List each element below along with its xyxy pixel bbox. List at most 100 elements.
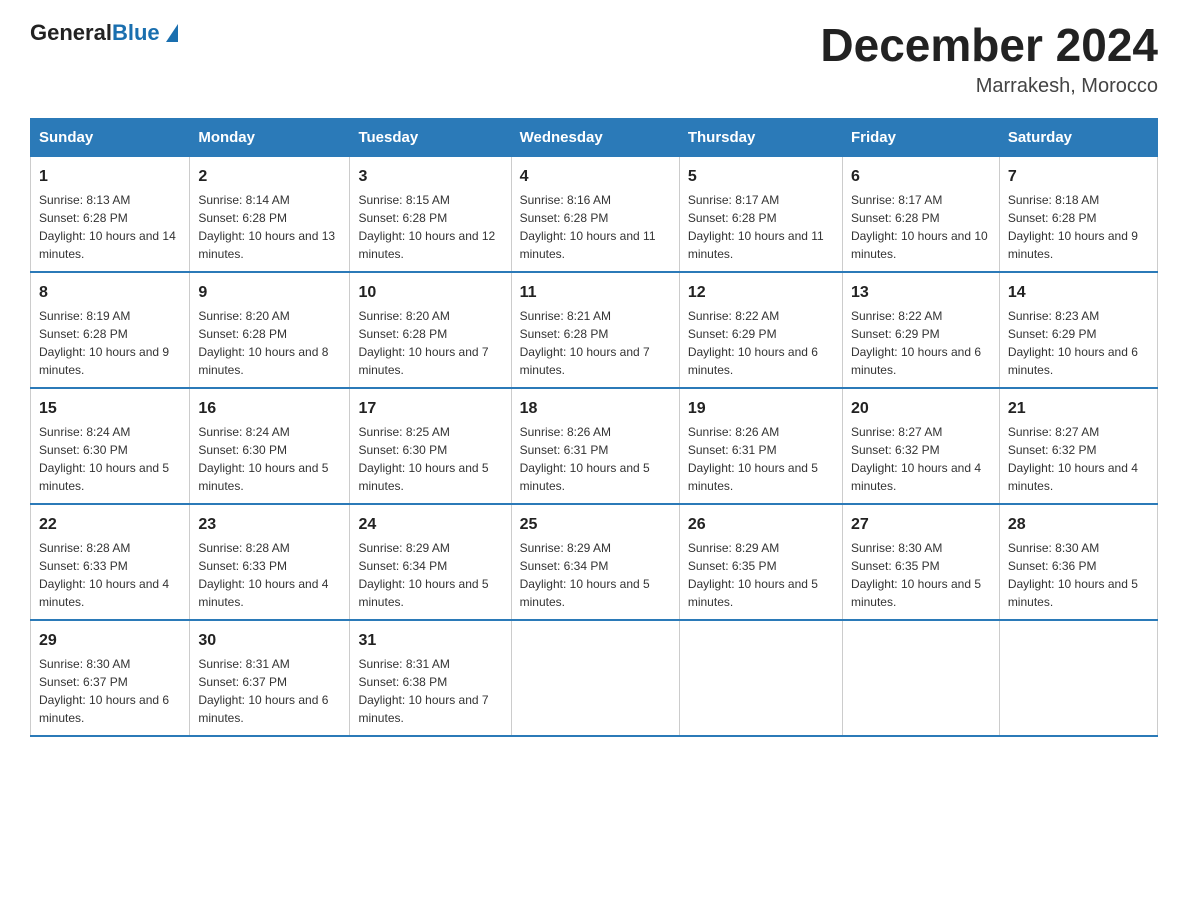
day-number: 12 [688,281,834,305]
calendar-table: SundayMondayTuesdayWednesdayThursdayFrid… [30,118,1158,737]
day-info: Sunrise: 8:15 AMSunset: 6:28 PMDaylight:… [358,191,502,263]
day-number: 22 [39,513,181,537]
day-info: Sunrise: 8:14 AMSunset: 6:28 PMDaylight:… [198,191,341,263]
day-info: Sunrise: 8:22 AMSunset: 6:29 PMDaylight:… [688,307,834,379]
day-number: 2 [198,165,341,189]
day-cell: 2Sunrise: 8:14 AMSunset: 6:28 PMDaylight… [190,156,350,272]
calendar-body: 1Sunrise: 8:13 AMSunset: 6:28 PMDaylight… [31,156,1158,736]
day-number: 4 [520,165,671,189]
title-block: December 2024 Marrakesh, Morocco [820,20,1158,98]
logo-text: GeneralBlue [30,20,160,46]
day-number: 11 [520,281,671,305]
day-cell: 9Sunrise: 8:20 AMSunset: 6:28 PMDaylight… [190,272,350,388]
logo-icon [166,24,178,42]
day-number: 9 [198,281,341,305]
day-info: Sunrise: 8:24 AMSunset: 6:30 PMDaylight:… [198,423,341,495]
day-number: 31 [358,629,502,653]
day-cell: 14Sunrise: 8:23 AMSunset: 6:29 PMDayligh… [999,272,1157,388]
day-info: Sunrise: 8:18 AMSunset: 6:28 PMDaylight:… [1008,191,1149,263]
day-number: 29 [39,629,181,653]
week-row-1: 1Sunrise: 8:13 AMSunset: 6:28 PMDaylight… [31,156,1158,272]
day-cell: 1Sunrise: 8:13 AMSunset: 6:28 PMDaylight… [31,156,190,272]
day-number: 6 [851,165,991,189]
day-cell: 30Sunrise: 8:31 AMSunset: 6:37 PMDayligh… [190,620,350,736]
day-info: Sunrise: 8:20 AMSunset: 6:28 PMDaylight:… [358,307,502,379]
day-cell: 23Sunrise: 8:28 AMSunset: 6:33 PMDayligh… [190,504,350,620]
days-row: SundayMondayTuesdayWednesdayThursdayFrid… [31,118,1158,156]
day-number: 8 [39,281,181,305]
day-info: Sunrise: 8:26 AMSunset: 6:31 PMDaylight:… [688,423,834,495]
day-number: 3 [358,165,502,189]
day-info: Sunrise: 8:16 AMSunset: 6:28 PMDaylight:… [520,191,671,263]
month-title: December 2024 [820,20,1158,71]
day-cell: 24Sunrise: 8:29 AMSunset: 6:34 PMDayligh… [350,504,511,620]
day-info: Sunrise: 8:24 AMSunset: 6:30 PMDaylight:… [39,423,181,495]
day-info: Sunrise: 8:22 AMSunset: 6:29 PMDaylight:… [851,307,991,379]
day-info: Sunrise: 8:17 AMSunset: 6:28 PMDaylight:… [851,191,991,263]
day-cell: 29Sunrise: 8:30 AMSunset: 6:37 PMDayligh… [31,620,190,736]
day-cell: 17Sunrise: 8:25 AMSunset: 6:30 PMDayligh… [350,388,511,504]
day-cell: 8Sunrise: 8:19 AMSunset: 6:28 PMDaylight… [31,272,190,388]
day-cell: 22Sunrise: 8:28 AMSunset: 6:33 PMDayligh… [31,504,190,620]
day-info: Sunrise: 8:29 AMSunset: 6:34 PMDaylight:… [358,539,502,611]
day-info: Sunrise: 8:21 AMSunset: 6:28 PMDaylight:… [520,307,671,379]
day-cell: 12Sunrise: 8:22 AMSunset: 6:29 PMDayligh… [679,272,842,388]
day-cell: 4Sunrise: 8:16 AMSunset: 6:28 PMDaylight… [511,156,679,272]
day-number: 19 [688,397,834,421]
day-cell [511,620,679,736]
day-cell: 18Sunrise: 8:26 AMSunset: 6:31 PMDayligh… [511,388,679,504]
day-number: 5 [688,165,834,189]
day-number: 21 [1008,397,1149,421]
day-cell: 28Sunrise: 8:30 AMSunset: 6:36 PMDayligh… [999,504,1157,620]
day-number: 20 [851,397,991,421]
day-cell: 15Sunrise: 8:24 AMSunset: 6:30 PMDayligh… [31,388,190,504]
header-day-saturday: Saturday [999,118,1157,156]
day-cell [999,620,1157,736]
day-cell: 16Sunrise: 8:24 AMSunset: 6:30 PMDayligh… [190,388,350,504]
day-cell: 7Sunrise: 8:18 AMSunset: 6:28 PMDaylight… [999,156,1157,272]
day-cell: 27Sunrise: 8:30 AMSunset: 6:35 PMDayligh… [842,504,999,620]
day-cell: 31Sunrise: 8:31 AMSunset: 6:38 PMDayligh… [350,620,511,736]
day-cell: 25Sunrise: 8:29 AMSunset: 6:34 PMDayligh… [511,504,679,620]
week-row-3: 15Sunrise: 8:24 AMSunset: 6:30 PMDayligh… [31,388,1158,504]
day-info: Sunrise: 8:31 AMSunset: 6:38 PMDaylight:… [358,655,502,727]
header-day-monday: Monday [190,118,350,156]
header-day-tuesday: Tuesday [350,118,511,156]
day-info: Sunrise: 8:26 AMSunset: 6:31 PMDaylight:… [520,423,671,495]
logo-general: General [30,20,112,45]
day-number: 25 [520,513,671,537]
header-day-friday: Friday [842,118,999,156]
day-number: 7 [1008,165,1149,189]
day-info: Sunrise: 8:30 AMSunset: 6:37 PMDaylight:… [39,655,181,727]
day-number: 10 [358,281,502,305]
header-day-wednesday: Wednesday [511,118,679,156]
day-cell: 26Sunrise: 8:29 AMSunset: 6:35 PMDayligh… [679,504,842,620]
day-info: Sunrise: 8:27 AMSunset: 6:32 PMDaylight:… [851,423,991,495]
day-info: Sunrise: 8:19 AMSunset: 6:28 PMDaylight:… [39,307,181,379]
header-day-thursday: Thursday [679,118,842,156]
day-number: 16 [198,397,341,421]
day-number: 28 [1008,513,1149,537]
day-number: 17 [358,397,502,421]
day-cell: 20Sunrise: 8:27 AMSunset: 6:32 PMDayligh… [842,388,999,504]
day-info: Sunrise: 8:17 AMSunset: 6:28 PMDaylight:… [688,191,834,263]
day-number: 23 [198,513,341,537]
day-info: Sunrise: 8:31 AMSunset: 6:37 PMDaylight:… [198,655,341,727]
calendar-header: SundayMondayTuesdayWednesdayThursdayFrid… [31,118,1158,156]
day-number: 27 [851,513,991,537]
week-row-4: 22Sunrise: 8:28 AMSunset: 6:33 PMDayligh… [31,504,1158,620]
logo: GeneralBlue [30,20,178,46]
day-cell: 13Sunrise: 8:22 AMSunset: 6:29 PMDayligh… [842,272,999,388]
day-cell: 11Sunrise: 8:21 AMSunset: 6:28 PMDayligh… [511,272,679,388]
day-info: Sunrise: 8:25 AMSunset: 6:30 PMDaylight:… [358,423,502,495]
day-number: 14 [1008,281,1149,305]
location-title: Marrakesh, Morocco [820,75,1158,98]
day-info: Sunrise: 8:13 AMSunset: 6:28 PMDaylight:… [39,191,181,263]
day-info: Sunrise: 8:30 AMSunset: 6:35 PMDaylight:… [851,539,991,611]
day-info: Sunrise: 8:29 AMSunset: 6:35 PMDaylight:… [688,539,834,611]
day-info: Sunrise: 8:27 AMSunset: 6:32 PMDaylight:… [1008,423,1149,495]
day-cell: 19Sunrise: 8:26 AMSunset: 6:31 PMDayligh… [679,388,842,504]
day-number: 15 [39,397,181,421]
day-info: Sunrise: 8:20 AMSunset: 6:28 PMDaylight:… [198,307,341,379]
header-day-sunday: Sunday [31,118,190,156]
